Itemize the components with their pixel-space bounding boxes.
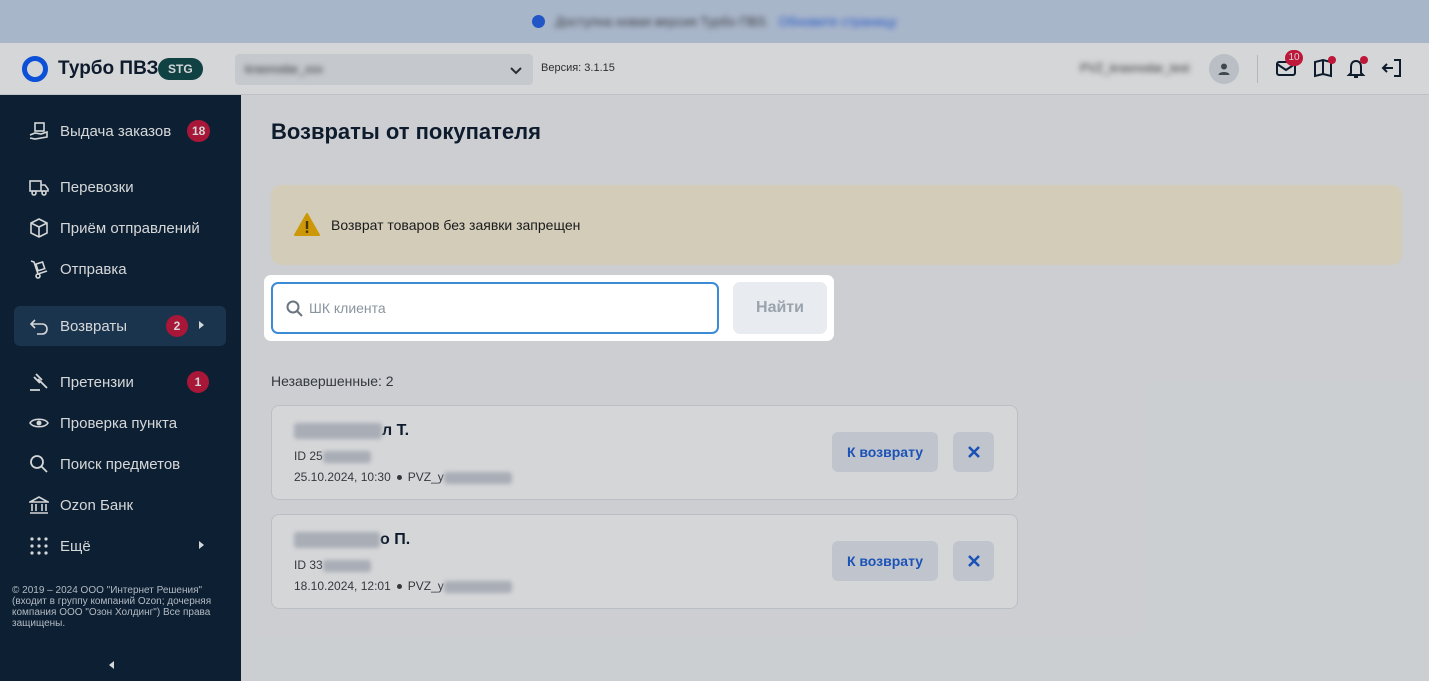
hand-box-icon <box>28 120 50 142</box>
warning-notice: Возврат товаров без заявки запрещен <box>271 185 1402 265</box>
search-input[interactable] <box>307 294 707 322</box>
return-id: ID 25 <box>294 449 371 463</box>
banner-refresh-link[interactable]: Обновите страницу <box>779 14 897 29</box>
banner-text: Доступна новая версия Турбо ПВЗ. <box>555 14 769 29</box>
point-select-value: krasnodar_xxx <box>245 62 324 76</box>
copyright-text: © 2019 – 2024 ООО "Интернет Решения" (вх… <box>12 585 212 629</box>
sidebar-item-inspection[interactable]: Проверка пункта <box>14 403 226 443</box>
unfinished-count: Незавершенные: 2 <box>271 373 394 389</box>
collapse-sidebar-icon[interactable] <box>109 661 114 669</box>
version-label: Версия: 3.1.15 <box>541 62 615 74</box>
main-content: Возвраты от покупателя Возврат товаров б… <box>241 95 1429 681</box>
app-header: Турбо ПВЗ STG krasnodar_xxx Версия: 3.1.… <box>0 43 1429 95</box>
point-select[interactable]: krasnodar_xxx <box>235 54 533 85</box>
bell-notify-dot <box>1360 56 1368 64</box>
logo-icon <box>22 56 48 82</box>
dolly-icon <box>28 258 50 280</box>
sidebar-item-receive[interactable]: Приём отправлений <box>14 208 226 248</box>
user-name: PVZ_krasnodar_test <box>1080 61 1190 75</box>
sidebar-item-label: Выдача заказов <box>60 122 172 140</box>
sidebar-item-label: Отправка <box>60 260 127 278</box>
warning-icon <box>294 213 320 236</box>
remove-button[interactable] <box>953 432 994 472</box>
return-arrow-icon <box>28 315 50 337</box>
eye-icon <box>28 412 50 434</box>
sidebar-item-label: Проверка пункта <box>60 414 178 432</box>
sidebar-item-label: Ozon Банк <box>60 496 134 514</box>
update-banner: Доступна новая версия Турбо ПВЗ. Обновит… <box>0 0 1429 43</box>
sidebar-item-more[interactable]: Ещё <box>14 526 226 566</box>
sidebar-item-bank[interactable]: Ozon Банк <box>14 485 226 525</box>
sidebar-item-claims[interactable]: Претензии 1 <box>14 362 226 402</box>
return-id: ID 33 <box>294 558 371 572</box>
sidebar-item-label: Приём отправлений <box>60 219 200 237</box>
warning-text: Возврат товаров без заявки запрещен <box>331 217 581 233</box>
sidebar-item-label: Претензии <box>60 373 134 391</box>
sidebar-item-label: Ещё <box>60 537 91 555</box>
sidebar-item-label: Поиск предметов <box>60 455 181 473</box>
sidebar-item-label: Перевозки <box>60 178 134 196</box>
info-dot-icon <box>532 15 546 28</box>
remove-button[interactable] <box>953 541 994 581</box>
return-meta: 25.10.2024, 10:30 PVZ_у <box>294 470 512 484</box>
chevron-down-icon <box>510 67 522 75</box>
search-panel: Найти <box>267 278 831 338</box>
close-icon <box>967 446 980 458</box>
truck-icon <box>28 176 50 198</box>
sidebar-item-label: Возвраты <box>60 317 128 335</box>
sidebar-item-transport[interactable]: Перевозки <box>14 167 226 207</box>
returns-count-badge: 2 <box>166 315 188 337</box>
sidebar-item-orders[interactable]: Выдача заказов 18 <box>14 111 226 151</box>
bank-icon <box>28 494 50 516</box>
inbox-count-badge: 10 <box>1285 50 1303 66</box>
orders-count-badge: 18 <box>187 120 211 142</box>
search-input-box[interactable] <box>271 282 719 334</box>
to-return-button[interactable]: К возврату <box>832 541 938 581</box>
claims-count-badge: 1 <box>187 371 209 393</box>
to-return-button[interactable]: К возврату <box>832 432 938 472</box>
return-meta: 18.10.2024, 12:01 PVZ_у <box>294 579 512 593</box>
avatar[interactable] <box>1209 54 1239 84</box>
caret-right-icon <box>199 541 204 549</box>
sidebar: Выдача заказов 18 Перевозки Приём отправ… <box>0 95 241 681</box>
find-button[interactable]: Найти <box>733 282 827 334</box>
user-icon <box>1218 63 1230 75</box>
package-icon <box>28 217 50 239</box>
book-notify-dot <box>1328 56 1336 64</box>
search-icon <box>28 453 50 475</box>
sidebar-item-returns[interactable]: Возвраты 2 <box>14 306 226 346</box>
caret-right-icon <box>199 321 204 329</box>
close-icon <box>967 555 980 567</box>
header-divider <box>1257 55 1258 83</box>
customer-name: о П. <box>294 531 410 549</box>
sidebar-item-search-items[interactable]: Поиск предметов <box>14 444 226 484</box>
logout-icon[interactable] <box>1380 56 1404 80</box>
return-card: о П. ID 33 18.10.2024, 12:01 PVZ_у К возв… <box>271 514 1018 609</box>
page-title: Возвраты от покупателя <box>271 119 541 144</box>
sidebar-item-send[interactable]: Отправка <box>14 249 226 289</box>
customer-name: л Т. <box>294 422 409 440</box>
search-icon <box>286 300 303 317</box>
env-badge: STG <box>158 58 203 80</box>
grid-dots-icon <box>28 535 50 557</box>
gavel-icon <box>28 371 50 393</box>
brand-title: Турбо ПВЗ <box>58 58 159 79</box>
return-card: л Т. ID 25 25.10.2024, 10:30 PVZ_у К возв… <box>271 405 1018 500</box>
